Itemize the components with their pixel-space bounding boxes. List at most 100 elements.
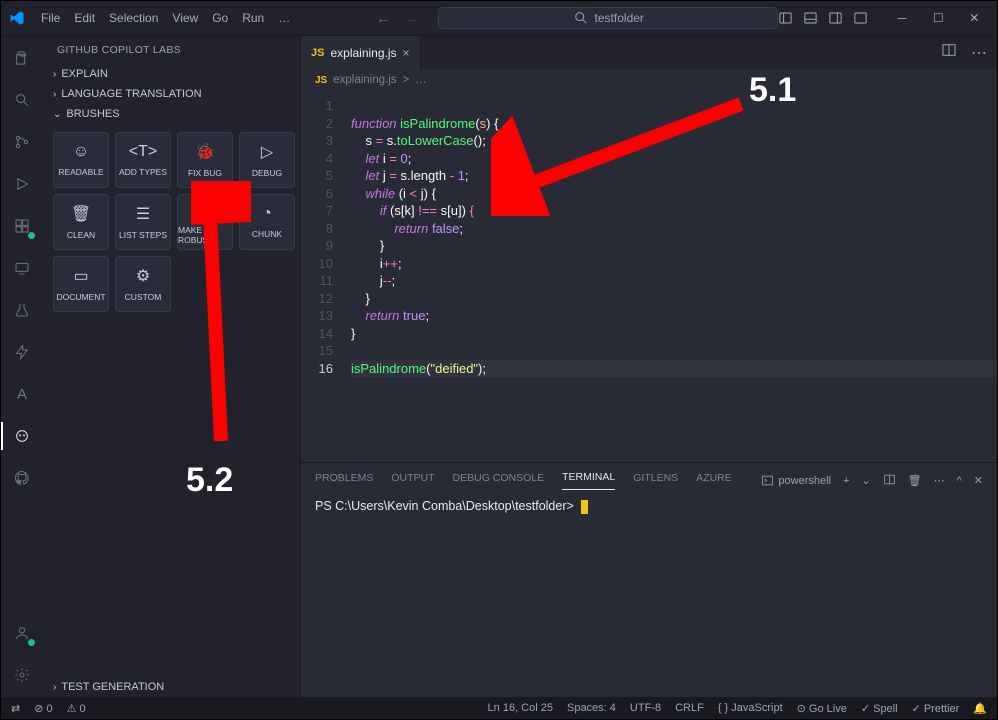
panel-maximize-icon[interactable]: ^	[957, 475, 962, 487]
section-test-generation[interactable]: ›TEST GENERATION	[43, 677, 300, 697]
terminal-body[interactable]: PS C:\Users\Kevin Comba\Desktop\testfold…	[301, 490, 997, 697]
menu-run[interactable]: Run	[236, 7, 270, 29]
status-cursor-pos[interactable]: Ln 16, Col 25	[488, 702, 553, 714]
chevron-right-icon: ›	[53, 89, 56, 100]
account-icon[interactable]	[10, 621, 34, 645]
panel-tab-debug-console[interactable]: DEBUG CONSOLE	[453, 472, 545, 490]
panel-tab-problems[interactable]: PROBLEMS	[315, 472, 373, 490]
settings-icon[interactable]	[10, 663, 34, 687]
status-warnings[interactable]: ⚠ 0	[67, 702, 86, 715]
window-maximize[interactable]: ☐	[920, 3, 956, 33]
nav-back-icon[interactable]: ←	[376, 10, 390, 26]
command-center[interactable]: testfolder	[438, 7, 778, 29]
main-area: A GITHUB COPILOT LABS ›EXPLAIN ›LANGUAGE…	[1, 36, 997, 697]
run-debug-icon[interactable]	[10, 172, 34, 196]
split-editor-icon[interactable]	[941, 42, 957, 63]
status-spell[interactable]: ✓ Spell	[861, 702, 898, 715]
status-prettier[interactable]: ✓ Prettier	[912, 702, 960, 715]
panel-tab-azure[interactable]: AZURE	[696, 472, 732, 490]
activity-bar: A	[1, 36, 43, 697]
sidebar: GITHUB COPILOT LABS ›EXPLAIN ›LANGUAGE T…	[43, 36, 301, 697]
menu-bar: File Edit Selection View Go Run …	[35, 7, 296, 29]
brush-make-robust[interactable]: 🛡MAKE ROBUST	[177, 194, 233, 250]
brush-label: MAKE ROBUST	[178, 225, 232, 245]
status-errors[interactable]: ⊘ 0	[34, 702, 52, 715]
terminal-shell-label[interactable]: powershell	[761, 474, 831, 487]
layout-toggle-2-icon[interactable]	[803, 11, 818, 26]
terminal-kill-icon[interactable]: 🗑	[908, 474, 922, 487]
azure-a-icon[interactable]: A	[10, 382, 34, 406]
type-icon: <T>	[129, 143, 157, 161]
extensions-icon[interactable]	[10, 214, 34, 238]
brush-label: CUSTOM	[125, 292, 162, 302]
breadcrumb-more: …	[415, 74, 427, 86]
code-editor[interactable]: 12345678910111213141516 function isPalin…	[301, 91, 997, 462]
brush-add-types[interactable]: <T>ADD TYPES	[115, 132, 171, 188]
brush-grid: ☺READABLE <T>ADD TYPES 🐞FIX BUG ▷DEBUG 🗑…	[43, 124, 300, 322]
nav-forward-icon[interactable]: →	[404, 10, 418, 26]
more-actions-icon[interactable]: ⋯	[971, 43, 987, 63]
window-controls: ─ ☐ ✕	[778, 3, 992, 33]
terminal-dropdown-icon[interactable]: ⌄	[861, 474, 870, 487]
layout-toggle-3-icon[interactable]	[828, 11, 843, 26]
code-content[interactable]: function isPalindrome(s) { s = s.toLower…	[343, 91, 997, 462]
menu-more[interactable]: …	[272, 7, 296, 29]
layout-toggle-1-icon[interactable]	[778, 11, 793, 26]
palette-icon: ⚙	[136, 266, 150, 286]
brush-readable[interactable]: ☺READABLE	[53, 132, 109, 188]
tab-explaining-js[interactable]: JS explaining.js ×	[301, 36, 421, 69]
search-icon[interactable]	[10, 88, 34, 112]
panel-tab-terminal[interactable]: TERMINAL	[562, 471, 615, 490]
copilot-icon[interactable]	[10, 424, 34, 448]
panel-tab-gitlens[interactable]: GITLENS	[633, 472, 678, 490]
status-golive[interactable]: ⊙ Go Live	[797, 702, 847, 715]
brush-label: CHUNK	[252, 229, 282, 239]
status-language[interactable]: { } JavaScript	[718, 702, 783, 714]
panel-close-icon[interactable]: ✕	[974, 474, 983, 487]
remote-icon[interactable]	[10, 256, 34, 280]
brush-chunk[interactable]: ◔ CHUNK	[239, 194, 295, 250]
trash-icon: 🗑	[71, 204, 91, 224]
pie-icon: ◔	[262, 205, 272, 223]
breadcrumb[interactable]: JS explaining.js > …	[301, 69, 997, 91]
brush-document[interactable]: ▭DOCUMENT	[53, 256, 109, 312]
brush-custom[interactable]: ⚙ CUSTOM	[115, 256, 171, 312]
terminal-more-icon[interactable]: ⋯	[934, 474, 945, 487]
section-language-translation[interactable]: ›LANGUAGE TRANSLATION	[43, 84, 300, 104]
menu-file[interactable]: File	[35, 7, 66, 29]
terminal-split-icon[interactable]	[883, 473, 896, 489]
status-remote-icon[interactable]: ⇄	[11, 702, 20, 715]
files-icon[interactable]	[10, 46, 34, 70]
breadcrumb-file: explaining.js	[333, 74, 396, 86]
section-explain[interactable]: ›EXPLAIN	[43, 64, 300, 84]
tab-close-icon[interactable]: ×	[403, 46, 410, 60]
menu-selection[interactable]: Selection	[103, 7, 164, 29]
brush-fix-bug[interactable]: 🐞FIX BUG	[177, 132, 233, 188]
chevron-down-icon: ⌄	[53, 109, 61, 120]
test-icon[interactable]	[10, 298, 34, 322]
panel-tab-output[interactable]: OUTPUT	[391, 472, 434, 490]
status-bell-icon[interactable]: 🔔	[973, 702, 987, 715]
section-brushes[interactable]: ⌄BRUSHES	[43, 104, 300, 124]
chevron-right-icon: ›	[53, 682, 56, 693]
brush-label: DOCUMENT	[56, 292, 105, 302]
menu-go[interactable]: Go	[206, 7, 234, 29]
layout-toggle-4-icon[interactable]	[853, 11, 868, 26]
terminal-new-icon[interactable]: +	[843, 475, 849, 487]
brush-clean[interactable]: 🗑CLEAN	[53, 194, 109, 250]
status-spaces[interactable]: Spaces: 4	[567, 702, 616, 714]
status-eol[interactable]: CRLF	[675, 702, 704, 714]
window-minimize[interactable]: ─	[884, 3, 920, 33]
source-control-icon[interactable]	[10, 130, 34, 154]
bolt-icon[interactable]	[10, 340, 34, 364]
brush-list-steps[interactable]: ☰LIST STEPS	[115, 194, 171, 250]
title-bar: File Edit Selection View Go Run … ← → te…	[1, 1, 997, 36]
menu-view[interactable]: View	[166, 7, 204, 29]
section-label: EXPLAIN	[61, 68, 107, 80]
github-icon[interactable]	[10, 466, 34, 490]
menu-edit[interactable]: Edit	[68, 7, 101, 29]
window-close[interactable]: ✕	[956, 3, 992, 33]
status-encoding[interactable]: UTF-8	[630, 702, 661, 714]
badge-dot	[27, 231, 36, 240]
brush-debug[interactable]: ▷DEBUG	[239, 132, 295, 188]
